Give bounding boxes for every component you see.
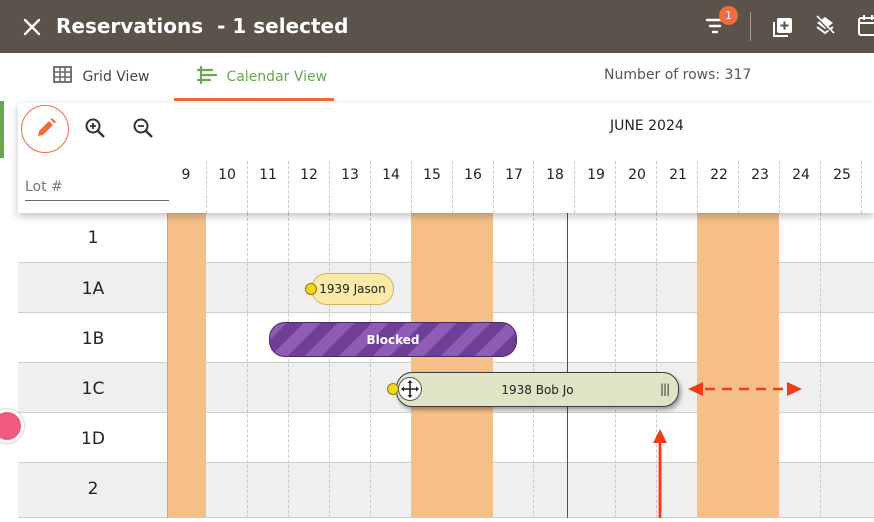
toolbar-divider [750, 12, 751, 41]
day-header: 23 [751, 167, 769, 183]
day-gridline [615, 213, 616, 518]
lot-label: 1B [81, 329, 105, 349]
day-gridline [288, 213, 289, 518]
calendar-view-icon [196, 65, 218, 88]
day-header: 13 [341, 167, 359, 183]
reservation-label: 1939 Jason [319, 282, 386, 296]
day-header: 11 [259, 167, 277, 183]
layers-off-icon[interactable] [814, 14, 836, 36]
day-header: 18 [546, 167, 564, 183]
day-gridline [533, 213, 534, 518]
reservation-label: 1938 Bob Jo [501, 382, 574, 397]
day-header: 25 [833, 167, 851, 183]
pencil-icon [38, 118, 56, 136]
day-header: 17 [505, 167, 523, 183]
title-text: Reservations [56, 14, 204, 38]
tab-calendar-view[interactable]: Calendar View [196, 65, 328, 88]
weekend-column [697, 213, 779, 518]
close-icon[interactable] [22, 17, 42, 37]
zoom-in-icon[interactable] [84, 117, 106, 139]
row-count: Number of rows: 317 [604, 67, 752, 83]
active-tab-indicator [174, 98, 334, 101]
edit-button[interactable] [21, 105, 69, 153]
resize-handle[interactable]: ||| [660, 382, 670, 396]
calendar-icon[interactable] [857, 14, 874, 38]
day-header: 16 [464, 167, 482, 183]
lot-filter-input[interactable]: Lot # [25, 179, 63, 195]
grid-icon [53, 66, 72, 87]
reservation-blocked[interactable]: Blocked [269, 322, 517, 357]
day-header: 20 [628, 167, 646, 183]
lot-label: 1C [81, 379, 105, 399]
weekend-column [411, 213, 493, 518]
lot-label: 1 [87, 228, 99, 248]
lot-label: 2 [87, 479, 99, 499]
tab-calendar-view-label: Calendar View [226, 69, 328, 85]
reservation-bob[interactable]: 1938 Bob Jo [396, 372, 679, 407]
day-header: 10 [218, 167, 236, 183]
day-header: 22 [710, 167, 728, 183]
tab-grid-view-label: Grid View [82, 68, 150, 85]
day-header: 21 [669, 167, 687, 183]
lot-column-divider [167, 213, 168, 518]
day-header: 12 [300, 167, 318, 183]
day-header: 19 [587, 167, 605, 183]
tab-grid-view[interactable]: Grid View [53, 66, 150, 87]
today-line [567, 213, 568, 518]
day-gridline [820, 213, 821, 518]
reservation-jason[interactable]: 1939 Jason [311, 273, 394, 305]
day-header: 15 [423, 167, 441, 183]
resize-direction-arrow [685, 379, 805, 403]
day-gridline [329, 213, 330, 518]
zoom-out-icon[interactable] [132, 117, 154, 139]
day-gridline [370, 213, 371, 518]
lot-label: 1A [81, 279, 105, 299]
lot-filter-underline [25, 200, 169, 201]
day-gridline [247, 213, 248, 518]
selection-text: - 1 selected [217, 14, 349, 38]
pointer-arrow [650, 427, 670, 522]
reservation-label: Blocked [366, 332, 420, 347]
add-box-icon[interactable] [772, 16, 794, 38]
day-header: 24 [792, 167, 810, 183]
filter-count-badge: 1 [719, 6, 738, 25]
page-title: Reservations - 1 selected [56, 14, 348, 38]
lot-label: 1D [81, 429, 105, 449]
reservation-start-dot [305, 283, 317, 295]
move-icon[interactable] [398, 377, 422, 401]
day-header: 14 [382, 167, 400, 183]
day-header: 9 [181, 167, 191, 183]
month-label: JUNE 2024 [610, 118, 684, 134]
weekend-column [167, 213, 206, 518]
